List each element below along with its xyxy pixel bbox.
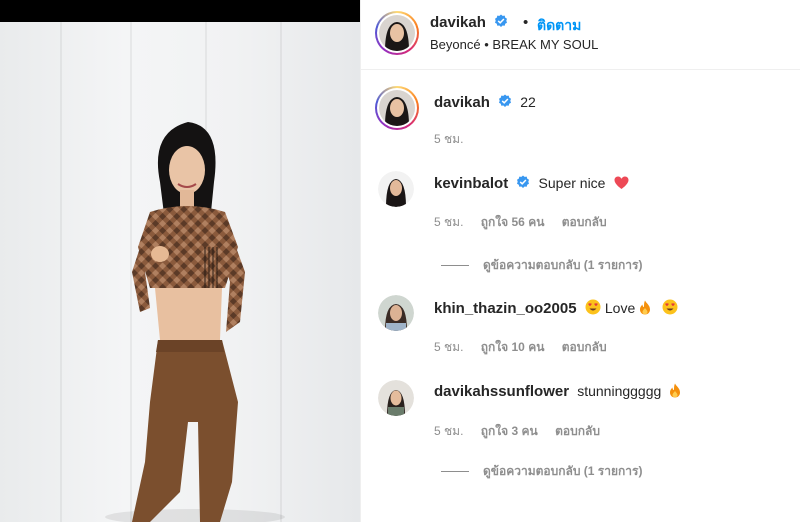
comment-avatar[interactable] (378, 295, 414, 331)
comment-avatar[interactable] (378, 171, 414, 207)
avatar-photo (378, 295, 414, 331)
comment-username[interactable]: davikahssunflower (434, 383, 569, 400)
comment-like-count[interactable]: ถูกใจ 3 คน (481, 424, 538, 438)
verified-badge-icon (495, 14, 508, 27)
comment-like-count[interactable]: ถูกใจ 56 คน (481, 215, 545, 229)
comment-text: Super nice (538, 175, 606, 191)
comment-username[interactable]: khin_thazin_oo2005 (434, 300, 577, 317)
post-media (0, 0, 360, 522)
avatar-photo (379, 90, 415, 126)
comment-body: kevinbalot Super nice (434, 175, 629, 192)
comment-avatar[interactable] (378, 380, 414, 416)
replies-divider-line (441, 265, 469, 267)
avatar-photo (378, 171, 414, 207)
view-replies-button[interactable]: ดูข้อความตอบกลับ (1 รายการ) (441, 256, 642, 275)
header-separator: • (523, 14, 529, 31)
verified-badge-icon (499, 94, 512, 107)
caption-text: 22 (520, 94, 536, 110)
fire-emoji-icon (640, 300, 651, 315)
post-header: davikah • ติดตาม Beyoncé • BREAK MY SOUL (361, 0, 800, 70)
author-username-text[interactable]: davikah (430, 14, 486, 31)
comment-timestamp[interactable]: 5 ชม. (434, 424, 463, 438)
comment-text: Love (604, 300, 636, 316)
heart-eyes-emoji-icon (585, 299, 601, 315)
comment-username[interactable]: kevinbalot (434, 175, 508, 192)
comment-meta: 5 ชม. ถูกใจ 3 คน ตอบกลับ (434, 422, 614, 441)
author-avatar[interactable] (375, 11, 419, 55)
replies-divider-line (441, 471, 469, 473)
red-heart-icon (614, 176, 629, 189)
comment-body: davikahssunflower stunninggggg (434, 383, 681, 400)
comment-body: khin_thazin_oo2005 Love (434, 299, 678, 317)
caption-username[interactable]: davikah (434, 94, 490, 111)
follow-button[interactable]: ติดตาม (537, 15, 581, 37)
model-figure (105, 122, 285, 522)
comment-meta: 5 ชม. ถูกใจ 56 คน ตอบกลับ (434, 213, 621, 232)
comment-timestamp[interactable]: 5 ชม. (434, 215, 463, 229)
audio-track-link[interactable]: Beyoncé • BREAK MY SOUL (430, 37, 598, 52)
caption-timestamp[interactable]: 5 ชม. (434, 132, 463, 146)
comments-pane: davikah • ติดตาม Beyoncé • BREAK MY SOUL… (360, 0, 800, 522)
comment-like-count[interactable]: ถูกใจ 10 คน (481, 340, 545, 354)
caption: davikah 22 (434, 94, 536, 111)
post-photo[interactable] (0, 22, 360, 522)
view-replies-button[interactable]: ดูข้อความตอบกลับ (1 รายการ) (441, 462, 642, 481)
caption-author-avatar[interactable] (375, 86, 419, 130)
comment-timestamp[interactable]: 5 ชม. (434, 340, 463, 354)
view-replies-label: ดูข้อความตอบกลับ (1 รายการ) (483, 258, 643, 272)
heart-eyes-emoji-icon (662, 299, 678, 315)
comment-text: stunninggggg (577, 383, 662, 399)
view-replies-label: ดูข้อความตอบกลับ (1 รายการ) (483, 464, 643, 478)
author-username[interactable]: davikah (430, 14, 508, 31)
caption-meta: 5 ชม. (434, 130, 477, 149)
fire-emoji-icon (670, 383, 681, 398)
reply-button[interactable]: ตอบกลับ (562, 215, 607, 229)
reply-button[interactable]: ตอบกลับ (562, 340, 607, 354)
comment-meta: 5 ชม. ถูกใจ 10 คน ตอบกลับ (434, 338, 621, 357)
avatar-photo (378, 380, 414, 416)
verified-badge-icon (517, 175, 530, 188)
avatar-photo (379, 15, 415, 51)
reply-button[interactable]: ตอบกลับ (555, 424, 600, 438)
